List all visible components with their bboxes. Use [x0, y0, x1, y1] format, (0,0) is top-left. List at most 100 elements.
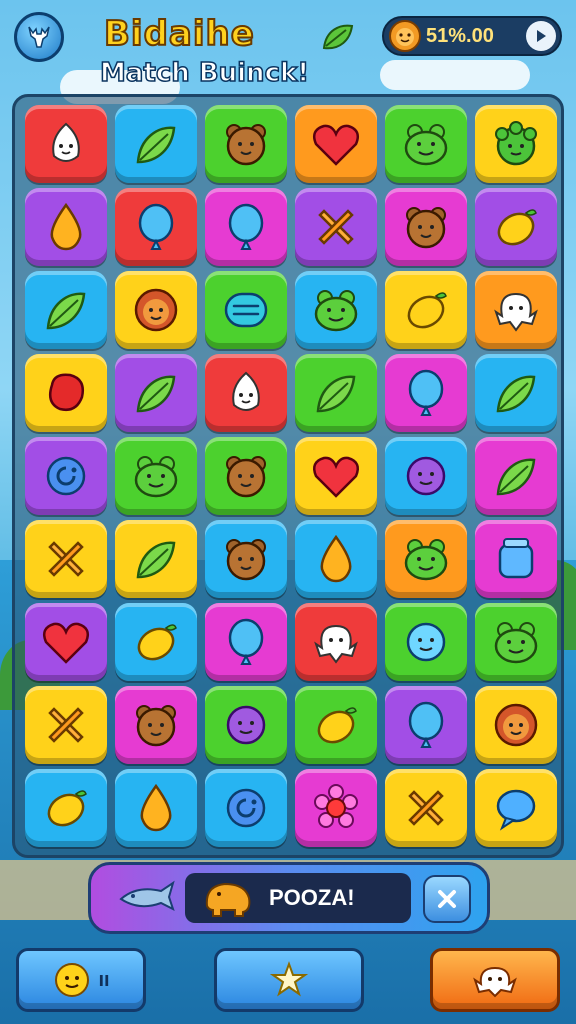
tile-yellow[interactable]	[25, 520, 107, 598]
game-board	[12, 94, 564, 858]
tile-red[interactable]	[295, 603, 377, 681]
frog-face-icon	[314, 290, 358, 332]
cross-icon	[48, 707, 84, 743]
tile-pink[interactable]	[205, 603, 287, 681]
tile-yellow[interactable]	[475, 769, 557, 847]
frog-face-icon	[134, 456, 178, 498]
balloon-icon	[408, 701, 444, 748]
tile-yellow[interactable]	[295, 437, 377, 515]
tile-blue[interactable]	[25, 769, 107, 847]
tile-yellow[interactable]	[115, 271, 197, 349]
tile-pink[interactable]	[475, 520, 557, 598]
capsule-icon	[224, 292, 268, 328]
tile-yellow[interactable]	[475, 686, 557, 764]
drop-icon	[320, 534, 352, 583]
tile-pink[interactable]	[205, 188, 287, 266]
tile-purple[interactable]	[295, 188, 377, 266]
circle-face-icon	[406, 456, 446, 496]
lemon-icon	[497, 209, 537, 246]
tile-blue[interactable]	[385, 437, 467, 515]
tile-yellow[interactable]	[385, 769, 467, 847]
tile-pink[interactable]	[295, 769, 377, 847]
tile-green[interactable]	[205, 686, 287, 764]
combo-panel: POOZA!	[88, 862, 490, 934]
tile-red[interactable]	[115, 188, 197, 266]
tile-blue[interactable]	[205, 769, 287, 847]
tile-orange[interactable]	[385, 520, 467, 598]
combo-banner: POOZA!	[185, 873, 411, 923]
tile-pink[interactable]	[115, 686, 197, 764]
tile-green[interactable]	[295, 354, 377, 432]
elephant-icon	[205, 882, 251, 917]
tile-orange[interactable]	[475, 271, 557, 349]
tile-pink[interactable]	[385, 354, 467, 432]
tile-purple[interactable]	[115, 354, 197, 432]
bear-face-icon	[226, 539, 266, 581]
tile-green[interactable]	[295, 686, 377, 764]
tile-yellow[interactable]	[475, 105, 557, 183]
tile-purple[interactable]	[25, 603, 107, 681]
tile-green[interactable]	[205, 437, 287, 515]
close-button[interactable]	[423, 875, 471, 923]
tile-blue[interactable]	[25, 271, 107, 349]
lemon-icon	[317, 707, 357, 744]
tile-yellow[interactable]	[25, 354, 107, 432]
hint-button[interactable]	[214, 948, 364, 1012]
tile-red[interactable]	[25, 105, 107, 183]
leaf-icon	[322, 24, 354, 50]
balloon-icon	[408, 369, 444, 416]
shuffle-button[interactable]	[430, 948, 560, 1012]
tile-yellow[interactable]	[25, 686, 107, 764]
tile-purple[interactable]	[25, 188, 107, 266]
jar-icon	[498, 538, 534, 579]
moose-icon	[28, 26, 50, 48]
settings-button[interactable]	[14, 12, 64, 62]
star-icon	[269, 961, 309, 997]
lemon-icon	[137, 624, 177, 661]
tile-green[interactable]	[205, 271, 287, 349]
tile-blue[interactable]	[295, 520, 377, 598]
balloon-icon	[228, 618, 264, 665]
tile-blue[interactable]	[115, 769, 197, 847]
tile-blue[interactable]	[115, 105, 197, 183]
booster-count: ıı	[98, 968, 110, 991]
tile-green[interactable]	[205, 105, 287, 183]
bear-face-icon	[226, 456, 266, 498]
tile-purple[interactable]	[385, 686, 467, 764]
leaf-icon	[136, 126, 176, 164]
tile-blue[interactable]	[205, 520, 287, 598]
tile-purple[interactable]	[25, 437, 107, 515]
tile-green[interactable]	[385, 603, 467, 681]
tile-yellow[interactable]	[385, 271, 467, 349]
tile-orange[interactable]	[295, 105, 377, 183]
tile-yellow[interactable]	[115, 520, 197, 598]
heart-icon	[313, 124, 359, 166]
lion-face-icon	[389, 20, 421, 52]
leaf-icon	[46, 292, 86, 330]
tile-green[interactable]	[115, 437, 197, 515]
leaf-icon	[136, 375, 176, 413]
leaf-icon	[136, 541, 176, 579]
tile-blue[interactable]	[115, 603, 197, 681]
play-icon	[537, 30, 546, 42]
bear-face-icon	[136, 705, 176, 747]
tile-pink[interactable]	[385, 188, 467, 266]
tile-blue[interactable]	[295, 271, 377, 349]
play-button[interactable]	[526, 21, 556, 51]
booster-button[interactable]: ıı	[16, 948, 146, 1012]
tile-green[interactable]	[475, 603, 557, 681]
background-cloud	[380, 60, 530, 90]
tile-grid	[25, 105, 557, 851]
tile-green[interactable]	[385, 105, 467, 183]
swirl-icon	[226, 788, 266, 828]
lion-face-icon	[494, 703, 538, 747]
tile-blue[interactable]	[475, 354, 557, 432]
tile-red[interactable]	[205, 354, 287, 432]
heart-icon	[313, 456, 359, 498]
cross-icon	[408, 790, 444, 826]
tile-purple[interactable]	[475, 188, 557, 266]
bean-icon	[49, 373, 84, 411]
balloon-icon	[138, 203, 174, 250]
lion-face-icon	[134, 288, 178, 332]
tile-pink[interactable]	[475, 437, 557, 515]
